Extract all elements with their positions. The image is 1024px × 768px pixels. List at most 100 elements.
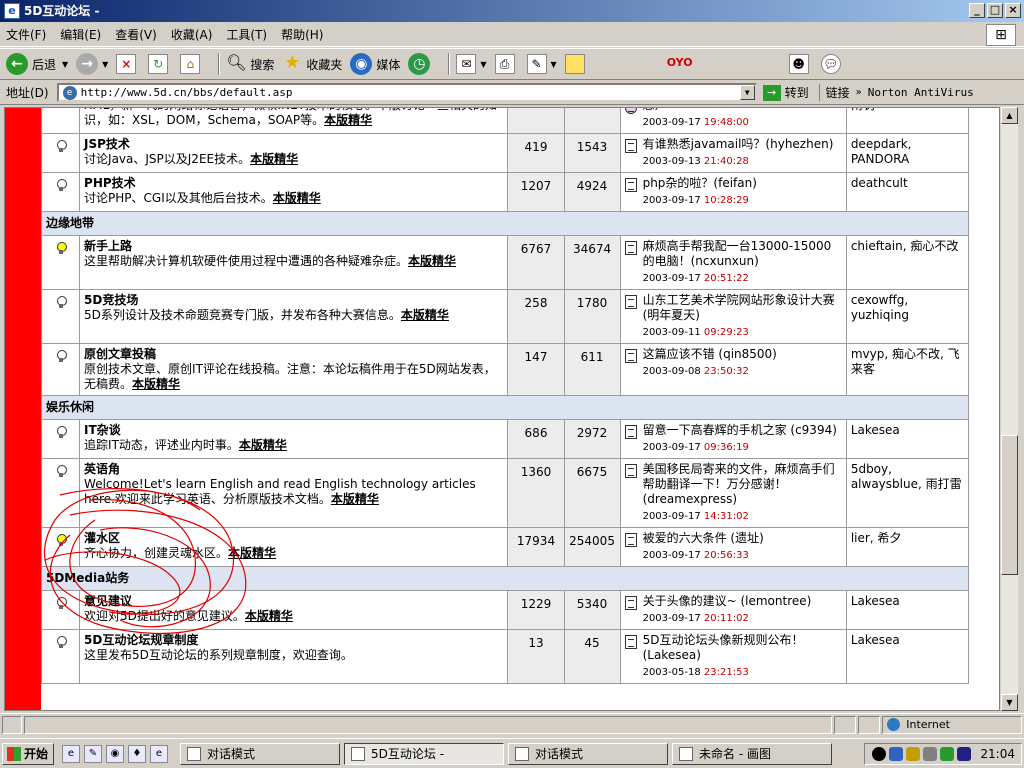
elite-link[interactable]: 本版精华 (324, 113, 372, 127)
tray-app-icon[interactable] (940, 747, 955, 761)
forum-name-link[interactable]: IT杂谈 (84, 423, 503, 438)
elite-link[interactable]: 本版精华 (273, 191, 321, 205)
last-post-date: 2003-09-17 20:56:33 (642, 550, 749, 561)
status-bar: Internet (0, 713, 1024, 735)
forum-row: 原创文章投稿 原创技术文章、原创IT评论在线投稿。注意：本论坛稿件用于在5D网站发… (40, 343, 970, 396)
forum-row-xml: XML，新一代的网络标记语言，微软.NET技术的核心。本版讨论一些相关的知识，如… (40, 108, 970, 134)
last-post-date: 2003-05-18 23:21:53 (642, 667, 749, 678)
forum-name-link[interactable]: PHP技术 (84, 176, 503, 191)
last-post[interactable]: 美国移民局寄来的文件，麻烦高手们帮助翻译一下！万分感谢！(dreamexpres… (619, 458, 847, 528)
last-post[interactable]: 这篇应该不错 (qin8500) 2003-09-08 23:50:32 (619, 343, 847, 396)
star-icon: ★ (284, 52, 301, 73)
forum-name-link[interactable]: 英语角 (84, 462, 503, 477)
address-input[interactable]: e http://www.5d.cn/bbs/default.asp ▼ (56, 83, 757, 102)
last-post-date: 2003-09-08 23:50:32 (642, 366, 749, 377)
forum-name-link[interactable]: 新手上路 (84, 239, 503, 254)
elite-link[interactable]: 本版精华 (228, 546, 276, 560)
task-dialog-mode-2[interactable]: 对话模式 (508, 742, 668, 765)
menu-edit[interactable]: 编辑(E) (60, 26, 101, 43)
mail-button[interactable]: ✉ ▼ (456, 54, 487, 74)
elite-link[interactable]: 本版精华 (239, 438, 287, 452)
last-post[interactable]: 麻烦高手帮我配一台13000-15000的电脑！(ncxunxun) 2003-0… (619, 235, 847, 290)
quicklaunch-ie2-icon[interactable]: e (150, 744, 168, 763)
maximize-button[interactable]: □ (987, 3, 1003, 18)
quicklaunch-notepad-icon[interactable]: ✎ (84, 744, 102, 763)
edit-button[interactable]: ✎ ▼ (526, 54, 557, 74)
last-post[interactable]: 留意一下高春辉的手机之家 (c9394) 2003-09-17 09:36:19 (619, 419, 847, 459)
favorites-button[interactable]: ★ 收藏夹 (282, 54, 342, 74)
notes-button[interactable] (564, 54, 589, 74)
scroll-thumb[interactable] (1001, 435, 1018, 575)
forum-desc: 这里发布5D互动论坛的系列规章制度，欢迎查询。 (84, 648, 353, 662)
forum-row: 英语角 Welcome!Let's learn English and read … (40, 458, 970, 528)
last-post[interactable]: 有谁熟悉javamail吗？(hyhezhen) 2003-09-13 21:40… (619, 133, 847, 173)
last-post[interactable]: php杂的啦？(feifan) 2003-09-17 10:28:29 (619, 172, 847, 212)
last-post[interactable]: 被爱的六大条件 (遗址) 2003-09-17 20:56:33 (619, 527, 847, 567)
elite-link[interactable]: 本版精华 (408, 254, 456, 268)
tray-monitor-icon[interactable] (957, 747, 972, 761)
task-5d-forum[interactable]: 5D互动论坛 - (344, 742, 504, 765)
forum-desc: 追踪IT动态，评述业内时事。 (84, 438, 239, 452)
oicq-button[interactable]: OYO (667, 54, 693, 74)
post-count: 2972 (576, 426, 608, 440)
tray-norton-icon[interactable] (906, 747, 921, 761)
elite-link[interactable]: 本版精华 (331, 492, 379, 506)
refresh-button[interactable]: ↻ (148, 54, 172, 74)
forum-name-link[interactable]: 意见建议 (84, 594, 503, 609)
discuss-button[interactable]: 💬︎ (820, 54, 845, 74)
back-button[interactable]: ← 后退 ▼ (6, 53, 68, 75)
menu-tools[interactable]: 工具(T) (226, 26, 267, 43)
vertical-scrollbar[interactable]: ▲ ▼ (1001, 107, 1018, 711)
tray-network-icon[interactable] (889, 747, 904, 761)
search-button[interactable]: 🔍︎ 搜索 (226, 54, 274, 74)
quicklaunch-media-icon[interactable]: ◉ (106, 744, 124, 763)
last-post[interactable]: 5D互动论坛头像新规则公布！(Lakesea) 2003-05-18 23:21:… (619, 629, 847, 684)
last-post-title: 麻烦高手帮我配一台13000-15000的电脑！(ncxunxun) (642, 239, 832, 268)
quicklaunch-paint-icon[interactable]: ♦ (128, 744, 146, 763)
stop-button[interactable]: × (116, 54, 140, 74)
menu-favorites[interactable]: 收藏(A) (171, 26, 213, 43)
forum-desc: Welcome!Let's learn English and read Eng… (84, 477, 476, 506)
menu-help[interactable]: 帮助(H) (281, 26, 323, 43)
menu-view[interactable]: 查看(V) (115, 26, 157, 43)
scroll-up-icon[interactable]: ▲ (1001, 107, 1018, 124)
task-dialog-mode-1[interactable]: 对话模式 (180, 742, 340, 765)
forum-name-link[interactable]: 原创文章投稿 (84, 347, 503, 362)
qq-penguin-icon[interactable] (872, 747, 887, 761)
task-paint[interactable]: 未命名 - 画图 (672, 742, 832, 765)
go-button[interactable]: → 转到 (762, 84, 809, 101)
chevron-icon[interactable]: » (856, 87, 862, 98)
start-button[interactable]: 开始 (2, 742, 54, 765)
elite-link[interactable]: 本版精华 (132, 377, 180, 391)
last-post[interactable]: 山东工艺美术学院网站形象设计大赛(明年夏天) 2003-09-11 09:29:2… (619, 289, 847, 344)
scroll-down-icon[interactable]: ▼ (1001, 694, 1018, 711)
print-button[interactable]: ⎙ (494, 54, 519, 74)
forum-name-link[interactable]: 灌水区 (84, 531, 503, 546)
forum-name-link[interactable]: JSP技术 (84, 137, 503, 152)
minimize-button[interactable]: _ (969, 3, 985, 18)
address-dropdown-icon[interactable]: ▼ (739, 85, 755, 100)
messenger-button[interactable]: ☻ (788, 54, 813, 74)
last-post[interactable]: 关于头像的建议~ (lemontree) 2003-09-17 20:11:02 (619, 590, 847, 630)
quicklaunch-ie-icon[interactable]: e (62, 744, 80, 763)
menu-file[interactable]: 文件(F) (6, 26, 46, 43)
last-post-title: 急） (643, 108, 749, 113)
forum-name-link[interactable]: 5D互动论坛规章制度 (84, 633, 503, 648)
tray-volume-icon[interactable] (923, 747, 938, 761)
elite-link[interactable]: 本版精华 (401, 308, 449, 322)
forum-name-link[interactable]: 5D竞技场 (84, 293, 503, 308)
forward-button[interactable]: → ▼ (76, 53, 108, 75)
forum-desc: 讨论Java、JSP以及J2EE技术。 (84, 152, 251, 166)
media-button[interactable]: ◉ 媒体 (350, 53, 400, 75)
title-bar[interactable]: e 5D互动论坛 - _ □ × (0, 0, 1024, 22)
history-button[interactable]: ◷ (408, 53, 434, 75)
home-button[interactable]: ⌂ (180, 54, 204, 74)
elite-link[interactable]: 本版精华 (250, 152, 298, 166)
norton-antivirus-button[interactable]: Norton AntiVirus (868, 86, 974, 99)
last-post[interactable]: 急） 2003-09-17 19:48:00 (619, 108, 847, 134)
links-button[interactable]: 链接 (818, 84, 850, 101)
forum-row: JSP技术 讨论Java、JSP以及J2EE技术。本版精华 419 1543 有谁熟悉j… (40, 133, 970, 173)
close-button[interactable]: × (1005, 3, 1021, 18)
lightbulb-icon (56, 465, 67, 479)
elite-link[interactable]: 本版精华 (245, 609, 293, 623)
